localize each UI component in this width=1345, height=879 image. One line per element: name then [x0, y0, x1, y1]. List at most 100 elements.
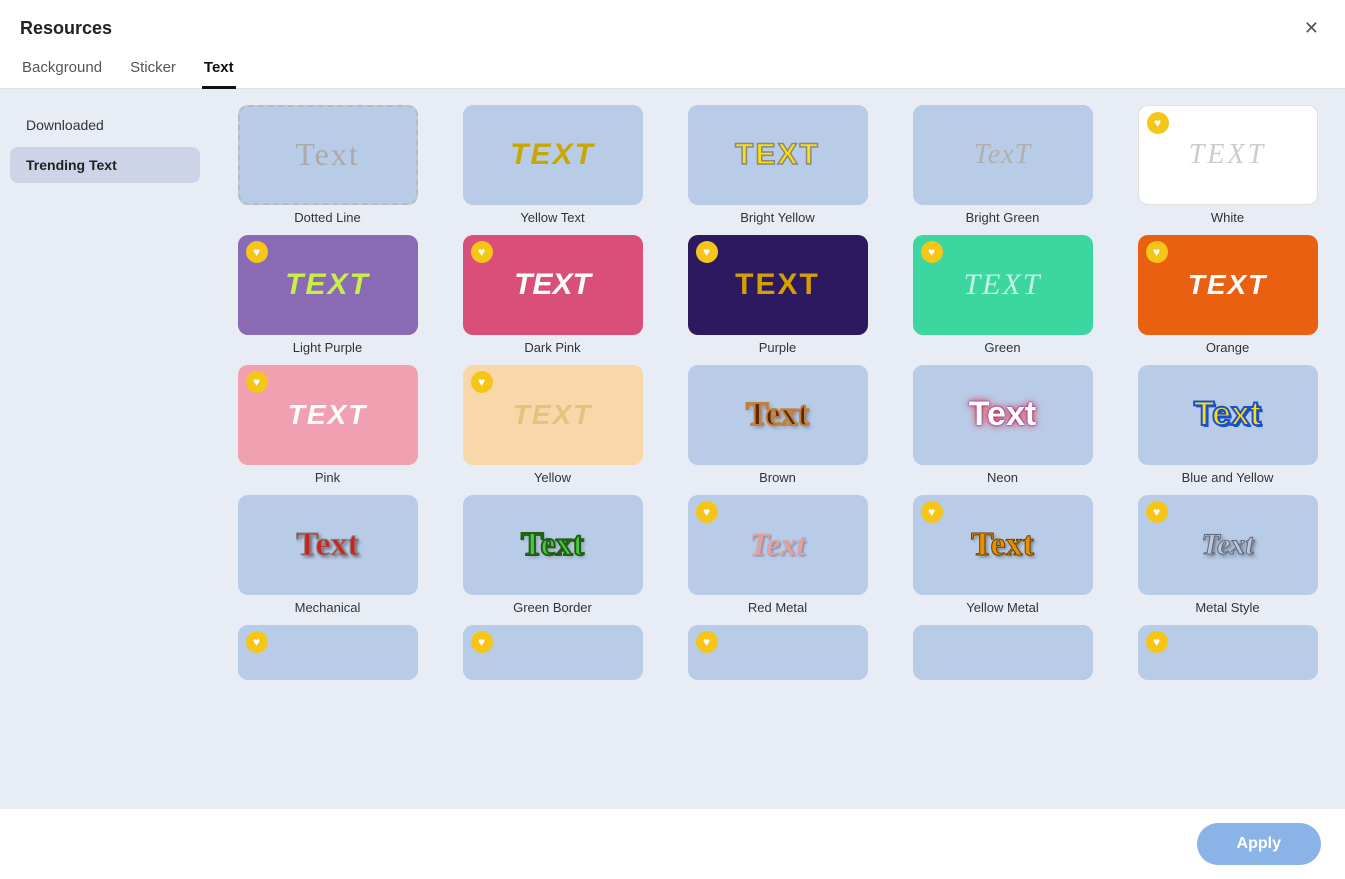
card-green-border[interactable]: Text Green Border — [445, 495, 660, 615]
card-brown[interactable]: Text Brown — [670, 365, 885, 485]
card-label-orange: Orange — [1206, 340, 1249, 355]
card-partial2[interactable]: ♥ — [445, 625, 660, 680]
card-dotted-line[interactable]: Text Dotted Line — [220, 105, 435, 225]
heart-badge: ♥ — [696, 501, 718, 523]
card-label-mechanical: Mechanical — [295, 600, 361, 615]
card-label-yellow-metal: Yellow Metal — [966, 600, 1039, 615]
grid-area: Text Dotted Line TEXT Yellow Text TEXT B… — [210, 89, 1345, 809]
card-label-red-metal: Red Metal — [748, 600, 807, 615]
heart-badge: ♥ — [246, 241, 268, 263]
sidebar: Downloaded Trending Text — [0, 89, 210, 809]
heart-badge: ♥ — [471, 371, 493, 393]
card-bright-green[interactable]: TexT Bright Green — [895, 105, 1110, 225]
card-neon[interactable]: Text Neon — [895, 365, 1110, 485]
thumb-bright-yellow: TEXT — [688, 105, 868, 205]
tab-sticker[interactable]: Sticker — [128, 51, 178, 89]
card-light-purple[interactable]: ♥ TEXT Light Purple — [220, 235, 435, 355]
card-label-blue-yellow: Blue and Yellow — [1182, 470, 1274, 485]
text-preview: Text — [295, 136, 359, 173]
card-label-metal-style: Metal Style — [1195, 600, 1259, 615]
thumb-orange: ♥ TEXT — [1138, 235, 1318, 335]
apply-button[interactable]: Apply — [1197, 823, 1321, 865]
card-label-neon: Neon — [987, 470, 1018, 485]
card-label-white: White — [1211, 210, 1244, 225]
text-preview: TEXT — [288, 399, 368, 431]
resources-window: Resources ✕ Background Sticker Text Down… — [0, 0, 1345, 879]
heart-badge: ♥ — [471, 631, 493, 653]
card-blue-yellow[interactable]: Text Blue and Yellow — [1120, 365, 1335, 485]
text-preview: Text — [971, 526, 1034, 564]
thumb-purple: ♥ TEXT — [688, 235, 868, 335]
text-preview: Text — [746, 396, 809, 434]
text-preview: TexT — [974, 139, 1031, 171]
thumb-green-border: Text — [463, 495, 643, 595]
heart-badge: ♥ — [246, 631, 268, 653]
card-label-bright-green: Bright Green — [966, 210, 1040, 225]
title-bar: Resources ✕ — [0, 0, 1345, 51]
heart-badge: ♥ — [921, 501, 943, 523]
card-dark-pink[interactable]: ♥ TEXT Dark Pink — [445, 235, 660, 355]
card-metal-style[interactable]: ♥ Text Metal Style — [1120, 495, 1335, 615]
card-yellow-text[interactable]: TEXT Yellow Text — [445, 105, 660, 225]
tab-text[interactable]: Text — [202, 51, 236, 89]
window-title: Resources — [20, 18, 112, 39]
card-purple[interactable]: ♥ TEXT Purple — [670, 235, 885, 355]
text-preview: Text — [521, 526, 584, 564]
card-label-yellow-text: Yellow Text — [520, 210, 584, 225]
text-preview: Text — [1194, 395, 1261, 434]
card-white[interactable]: ♥ TEXT White — [1120, 105, 1335, 225]
tab-background[interactable]: Background — [20, 51, 104, 89]
card-partial3[interactable]: ♥ — [670, 625, 885, 680]
card-label-brown: Brown — [759, 470, 796, 485]
text-preview: TEXT — [963, 268, 1041, 302]
text-preview: TEXT — [1189, 139, 1266, 171]
card-green[interactable]: ♥ TEXT Green — [895, 235, 1110, 355]
thumb-red-metal: ♥ Text — [688, 495, 868, 595]
card-yellow-metal[interactable]: ♥ Text Yellow Metal — [895, 495, 1110, 615]
heart-badge: ♥ — [696, 631, 718, 653]
card-label-green-border: Green Border — [513, 600, 592, 615]
card-label-light-purple: Light Purple — [293, 340, 362, 355]
thumb-green: ♥ TEXT — [913, 235, 1093, 335]
thumb-brown: Text — [688, 365, 868, 465]
thumb-dark-pink: ♥ TEXT — [463, 235, 643, 335]
heart-badge: ♥ — [246, 371, 268, 393]
sidebar-item-downloaded[interactable]: Downloaded — [10, 107, 200, 143]
card-partial5[interactable]: ♥ — [1120, 625, 1335, 680]
thumb-light-purple: ♥ TEXT — [238, 235, 418, 335]
thumb-pink: ♥ TEXT — [238, 365, 418, 465]
thumb-yellow-text: TEXT — [463, 105, 643, 205]
text-preview: TEXT — [513, 399, 593, 431]
thumb-white: ♥ TEXT — [1138, 105, 1318, 205]
text-preview: Text — [969, 395, 1036, 434]
heart-badge: ♥ — [1146, 631, 1168, 653]
sidebar-item-trending[interactable]: Trending Text — [10, 147, 200, 183]
card-mechanical[interactable]: Text Mechanical — [220, 495, 435, 615]
card-partial1[interactable]: ♥ — [220, 625, 435, 680]
card-partial4[interactable] — [895, 625, 1110, 680]
close-button[interactable]: ✕ — [1298, 16, 1325, 41]
card-orange[interactable]: ♥ TEXT Orange — [1120, 235, 1335, 355]
text-preview: TEXT — [735, 138, 820, 172]
thumb-mechanical: Text — [238, 495, 418, 595]
thumb-partial1: ♥ — [238, 625, 418, 680]
heart-badge: ♥ — [696, 241, 718, 263]
card-label-dark-pink: Dark Pink — [524, 340, 580, 355]
card-yellow[interactable]: ♥ TEXT Yellow — [445, 365, 660, 485]
tab-bar: Background Sticker Text — [0, 51, 1345, 89]
card-pink[interactable]: ♥ TEXT Pink — [220, 365, 435, 485]
heart-badge: ♥ — [1147, 112, 1169, 134]
card-label-green: Green — [984, 340, 1020, 355]
thumb-blue-yellow: Text — [1138, 365, 1318, 465]
content-area: Downloaded Trending Text Text Dotted Lin… — [0, 89, 1345, 809]
footer: Apply — [0, 808, 1345, 879]
card-red-metal[interactable]: ♥ Text Red Metal — [670, 495, 885, 615]
heart-badge: ♥ — [1146, 501, 1168, 523]
card-label-purple: Purple — [759, 340, 797, 355]
card-bright-yellow[interactable]: TEXT Bright Yellow — [670, 105, 885, 225]
thumb-partial4 — [913, 625, 1093, 680]
thumb-partial5: ♥ — [1138, 625, 1318, 680]
text-preview: TEXT — [1188, 269, 1268, 301]
heart-badge: ♥ — [1146, 241, 1168, 263]
thumb-yellow: ♥ TEXT — [463, 365, 643, 465]
